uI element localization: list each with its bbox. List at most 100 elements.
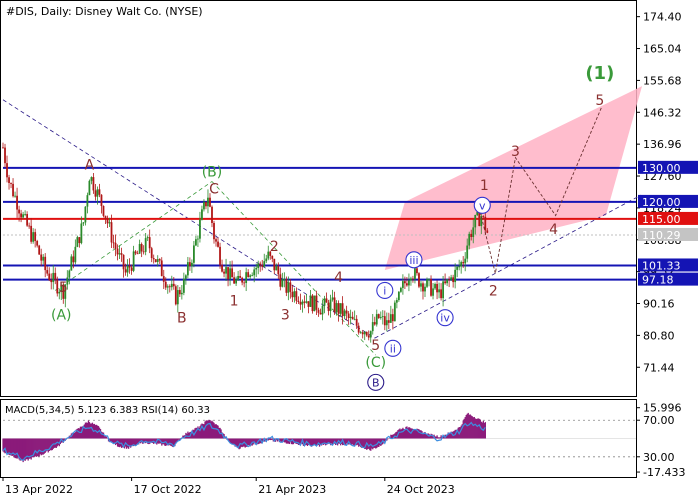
candle-body xyxy=(392,314,394,321)
candle-body xyxy=(205,202,207,206)
candle-body xyxy=(187,262,189,275)
candle-body xyxy=(107,219,109,224)
candle-body xyxy=(225,267,227,274)
wave-label-(C): (C) xyxy=(365,355,386,371)
candle-body xyxy=(28,226,30,227)
candle-body xyxy=(364,332,366,334)
y-tick-label: 80.80 xyxy=(643,329,675,342)
candle-body xyxy=(171,284,173,287)
candle-body xyxy=(422,283,424,291)
level-badge-label: 97.18 xyxy=(642,274,674,287)
candle-body xyxy=(68,271,70,278)
candle-body xyxy=(76,237,78,247)
candle-body xyxy=(279,274,281,286)
candle-body xyxy=(366,332,368,335)
candle-body xyxy=(416,268,418,273)
candle-body xyxy=(12,184,14,196)
candle-body xyxy=(101,195,103,206)
wave-label-4: 4 xyxy=(549,222,558,238)
candle-body xyxy=(18,210,20,214)
candle-body xyxy=(456,267,458,270)
candle-body xyxy=(233,277,235,283)
candle-body xyxy=(424,287,426,292)
candle-body xyxy=(16,196,18,210)
candle-body xyxy=(320,313,322,315)
chart-svg: A5(A)B(B)C12345(C)Biiiiiiivv12345(1) 71.… xyxy=(0,0,700,500)
candle-body xyxy=(448,279,450,280)
candle-body xyxy=(356,319,358,326)
candle-body xyxy=(378,314,380,318)
candle-body xyxy=(145,238,147,252)
candle-body xyxy=(185,275,187,278)
candle-body xyxy=(10,183,12,184)
candle-body xyxy=(80,224,82,244)
candle-body xyxy=(139,244,141,254)
ind-y-tick-label: 70.00 xyxy=(643,414,675,427)
candle-body xyxy=(193,245,195,262)
candle-body xyxy=(99,189,101,194)
candle-body xyxy=(400,288,402,292)
candle-body xyxy=(444,281,446,283)
candle-body xyxy=(374,322,376,324)
candle-body xyxy=(183,279,185,293)
candle-body xyxy=(306,301,308,303)
candle-body xyxy=(147,237,149,238)
candle-body xyxy=(167,286,169,287)
candle-body xyxy=(209,198,211,207)
wave-label-ii: ii xyxy=(390,342,396,355)
candle-body xyxy=(259,264,261,265)
candle-body xyxy=(426,279,428,286)
candle-body xyxy=(289,282,291,292)
candle-body xyxy=(328,303,330,311)
candle-body xyxy=(436,284,438,292)
y-tick-label: 146.32 xyxy=(643,106,682,119)
candle-body xyxy=(38,246,40,255)
candle-body xyxy=(368,335,370,337)
candle-body xyxy=(97,189,99,196)
candle-body xyxy=(332,297,334,299)
candle-body xyxy=(390,314,392,323)
candle-body xyxy=(217,242,219,247)
wave-label-iii: iii xyxy=(409,254,418,267)
candle-body xyxy=(221,265,223,272)
candle-body xyxy=(265,258,267,261)
candle-body xyxy=(72,256,74,262)
candle-body xyxy=(474,215,476,227)
candle-body xyxy=(201,209,203,219)
candle-body xyxy=(213,223,215,239)
candle-body xyxy=(159,259,161,260)
candle-body xyxy=(402,281,404,288)
candle-body xyxy=(316,296,318,310)
candle-body xyxy=(376,314,378,324)
candle-body xyxy=(197,239,199,240)
candle-body xyxy=(466,246,468,259)
wave-label-3: 3 xyxy=(281,307,290,323)
candle-body xyxy=(362,332,364,334)
candle-body xyxy=(380,317,382,318)
candle-body xyxy=(113,242,115,243)
candle-body xyxy=(2,147,4,148)
level-badge-label: 120.00 xyxy=(642,196,681,209)
chart-title: #DIS, Daily: Disney Walt Co. (NYSE) xyxy=(6,5,203,18)
candle-body xyxy=(40,255,42,261)
candle-body xyxy=(115,243,117,249)
candle-body xyxy=(450,277,452,279)
candle-body xyxy=(318,310,320,313)
candle-body xyxy=(135,251,137,253)
candle-body xyxy=(396,300,398,303)
candle-body xyxy=(285,279,287,293)
candle-body xyxy=(394,303,396,322)
candle-body xyxy=(298,301,300,302)
wave-label-2: 2 xyxy=(270,239,279,255)
candle-body xyxy=(163,276,165,282)
candle-body xyxy=(123,255,125,269)
candle-body xyxy=(277,266,279,274)
wave-label-5: 5 xyxy=(59,280,68,296)
candle-body xyxy=(312,296,314,312)
candle-body xyxy=(235,280,237,284)
candle-body xyxy=(281,279,283,286)
candle-body xyxy=(348,314,350,318)
candle-body xyxy=(175,286,177,304)
wave-label-4: 4 xyxy=(334,270,343,286)
candle-body xyxy=(338,303,340,314)
